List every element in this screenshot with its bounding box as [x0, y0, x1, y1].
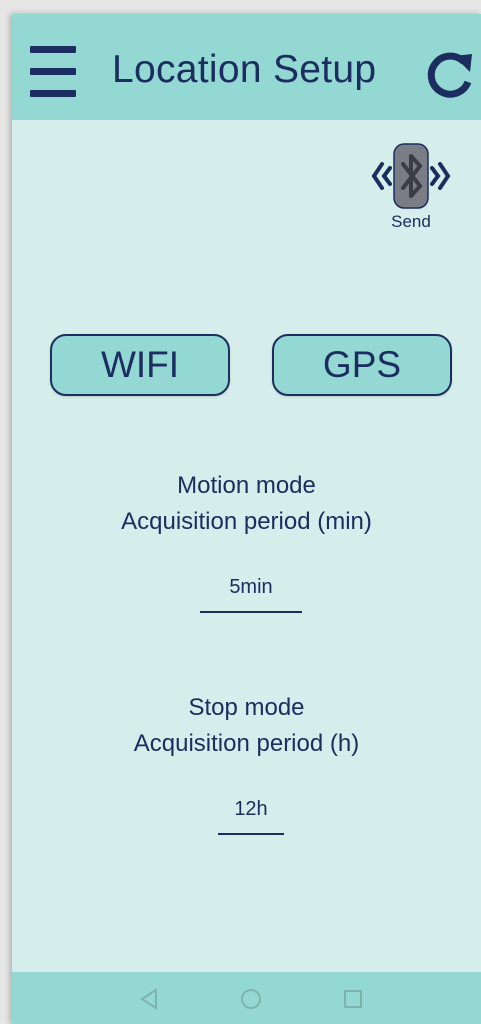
stop-mode-subtitle: Acquisition period (h) [133, 730, 360, 757]
stop-mode-title: Stop mode [188, 694, 305, 721]
bluetooth-send-button[interactable]: Send [364, 140, 458, 236]
gps-button[interactable]: GPS [272, 334, 452, 396]
motion-period-input[interactable]: 5min [200, 576, 302, 613]
page-title: Location Setup [112, 48, 377, 91]
send-label: Send [391, 212, 431, 231]
stop-period-input[interactable]: 12h [218, 798, 284, 835]
back-triangle-icon[interactable] [136, 986, 162, 1012]
system-navbar [12, 972, 481, 1024]
recents-square-icon[interactable] [340, 986, 366, 1012]
refresh-icon[interactable] [424, 48, 478, 102]
wifi-button[interactable]: WIFI [50, 334, 230, 396]
app-header: Location Setup [12, 14, 481, 120]
motion-mode-title: Motion mode [177, 472, 316, 499]
hamburger-menu-icon[interactable] [30, 46, 78, 98]
home-circle-icon[interactable] [238, 986, 264, 1012]
motion-mode-subtitle: Acquisition period (min) [121, 508, 372, 535]
phone-screen: Location Setup Send WIFI GPS Motion mode… [12, 14, 481, 1024]
